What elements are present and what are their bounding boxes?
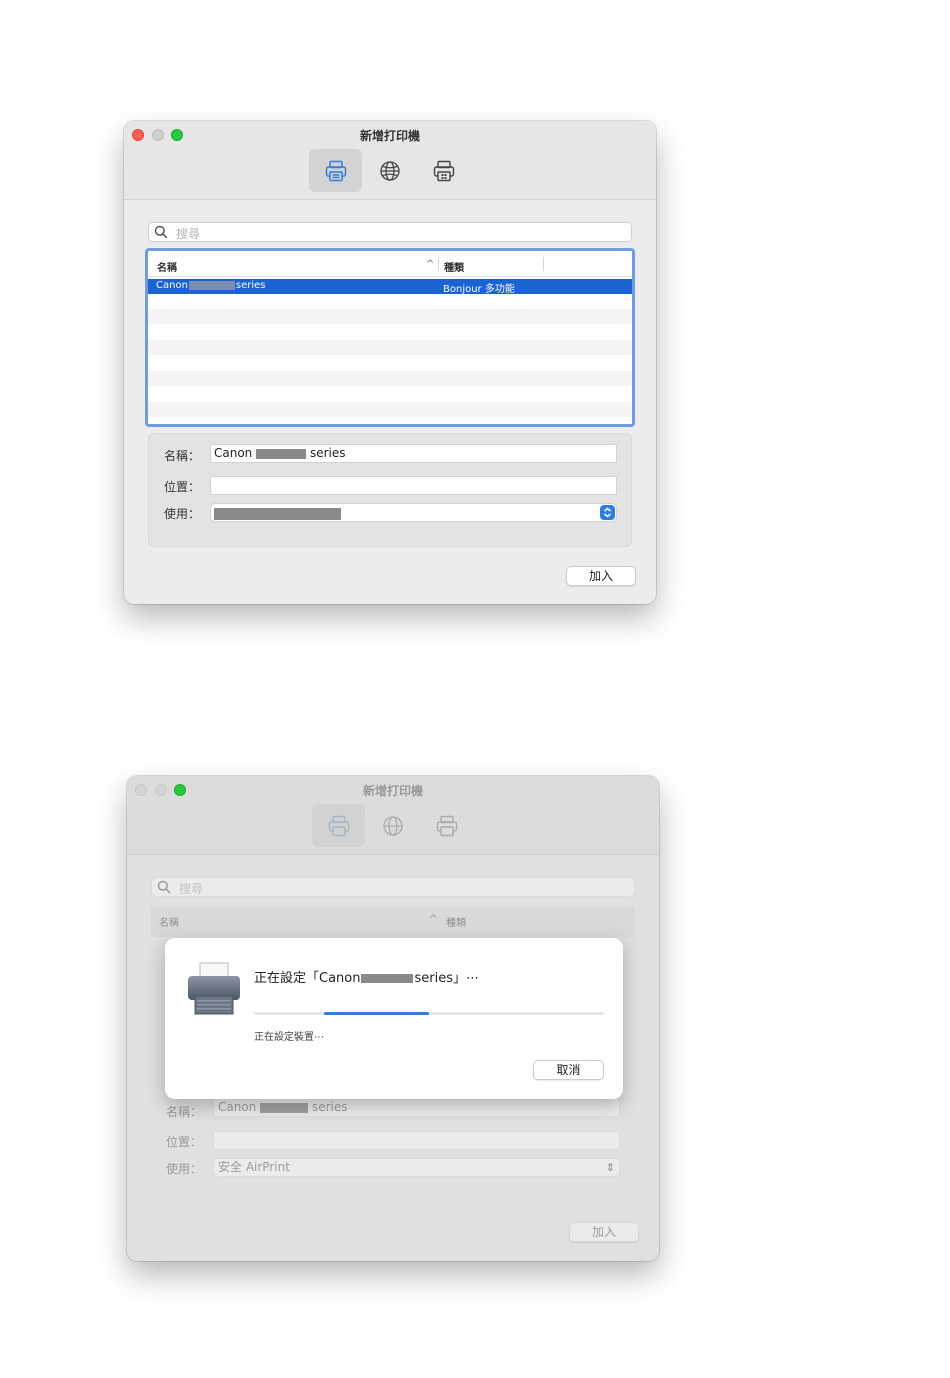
setup-status: 正在設定裝置⋯ <box>254 1032 324 1043</box>
cancel-button[interactable]: 取消 <box>533 1060 604 1080</box>
add-printer-window: 新增打印機 搜尋 名稱 ^ 種類 Canon series Bonjour 多功… <box>124 121 656 604</box>
setup-progress-sheet: 正在設定「Canon series」⋯ 正在設定裝置⋯ 取消 <box>165 938 623 1099</box>
progress-bar-fill <box>324 1012 429 1015</box>
default-printer-icon <box>328 815 349 836</box>
windows-printers-tab[interactable] <box>417 149 470 192</box>
windows-printer-icon <box>433 160 454 181</box>
search-field[interactable]: 搜尋 <box>151 877 635 897</box>
redacted-model <box>188 280 235 290</box>
default-printer-icon <box>325 160 346 181</box>
driver-select[interactable] <box>210 503 617 522</box>
window-titlebar: 新增打印機 <box>127 776 659 855</box>
location-field[interactable] <box>210 476 617 495</box>
progress-bar <box>254 1012 604 1015</box>
location-label: 位置： <box>166 1135 203 1149</box>
redacted-driver <box>214 507 341 520</box>
list-header: 名稱 ^ 種類 <box>151 907 635 937</box>
search-icon <box>154 225 168 239</box>
ip-printers-tab[interactable] <box>363 149 416 192</box>
search-placeholder: 搜尋 <box>176 227 201 241</box>
column-divider <box>438 257 439 271</box>
ip-globe-icon <box>382 815 403 836</box>
column-name-header[interactable]: 名稱 <box>159 914 179 929</box>
window-titlebar: 新增打印機 <box>124 121 656 200</box>
column-kind-header[interactable]: 種類 <box>444 259 464 274</box>
printer-row[interactable]: Canon series Bonjour 多功能 <box>148 279 632 295</box>
list-item <box>148 340 632 355</box>
driver-select[interactable]: 安全 AirPrint ⇕ <box>213 1158 620 1177</box>
search-icon <box>157 880 171 894</box>
column-name-header[interactable]: 名稱 <box>157 259 177 274</box>
column-kind-header[interactable]: 種類 <box>446 914 466 929</box>
default-printers-tab[interactable] <box>312 804 365 847</box>
printer-name-field[interactable]: Canon series <box>213 1098 620 1117</box>
ip-printers-tab[interactable] <box>366 804 419 847</box>
list-item <box>148 294 632 309</box>
use-label: 使用： <box>164 507 201 521</box>
printer-list[interactable]: 名稱 ^ 種類 Canon series Bonjour 多功能 <box>145 248 635 427</box>
window-title: 新增打印機 <box>359 129 420 143</box>
default-printers-tab[interactable] <box>309 149 362 192</box>
redacted-model <box>256 448 307 459</box>
sort-ascending-icon: ^ <box>426 259 435 270</box>
name-label: 名稱： <box>166 1105 203 1119</box>
window-title: 新增打印機 <box>362 784 423 798</box>
ip-globe-icon <box>379 160 400 181</box>
search-placeholder: 搜尋 <box>179 882 204 896</box>
list-item <box>148 325 632 340</box>
add-button[interactable]: 加入 <box>566 566 636 586</box>
printer-row-name: Canon series <box>156 280 266 291</box>
list-header: 名稱 ^ 種類 <box>148 251 632 277</box>
name-label: 名稱： <box>164 449 201 463</box>
printer-icon <box>188 962 240 1015</box>
sort-ascending-icon: ^ <box>429 914 438 925</box>
printer-row-kind: Bonjour 多功能 <box>443 284 515 295</box>
list-item <box>148 371 632 386</box>
list-item <box>148 387 632 402</box>
select-stepper-icon: ⇕ <box>605 1161 615 1174</box>
location-field[interactable] <box>213 1131 620 1150</box>
windows-printers-tab[interactable] <box>420 804 473 847</box>
add-button[interactable]: 加入 <box>569 1222 639 1242</box>
redacted-model <box>361 974 414 983</box>
printer-name-field[interactable]: Canon series <box>210 444 617 463</box>
setup-message: 正在設定「Canon series」⋯ <box>254 971 479 986</box>
windows-printer-icon <box>436 815 457 836</box>
list-item <box>148 402 632 417</box>
printer-details-panel: 名稱： Canon series 位置： 使用： <box>148 433 632 547</box>
list-item <box>148 356 632 371</box>
use-label: 使用： <box>166 1162 203 1176</box>
select-stepper-icon <box>600 505 615 520</box>
search-field[interactable]: 搜尋 <box>148 222 632 242</box>
column-divider <box>543 257 544 271</box>
list-item <box>148 309 632 324</box>
location-label: 位置： <box>164 480 201 494</box>
redacted-model <box>260 1102 309 1113</box>
